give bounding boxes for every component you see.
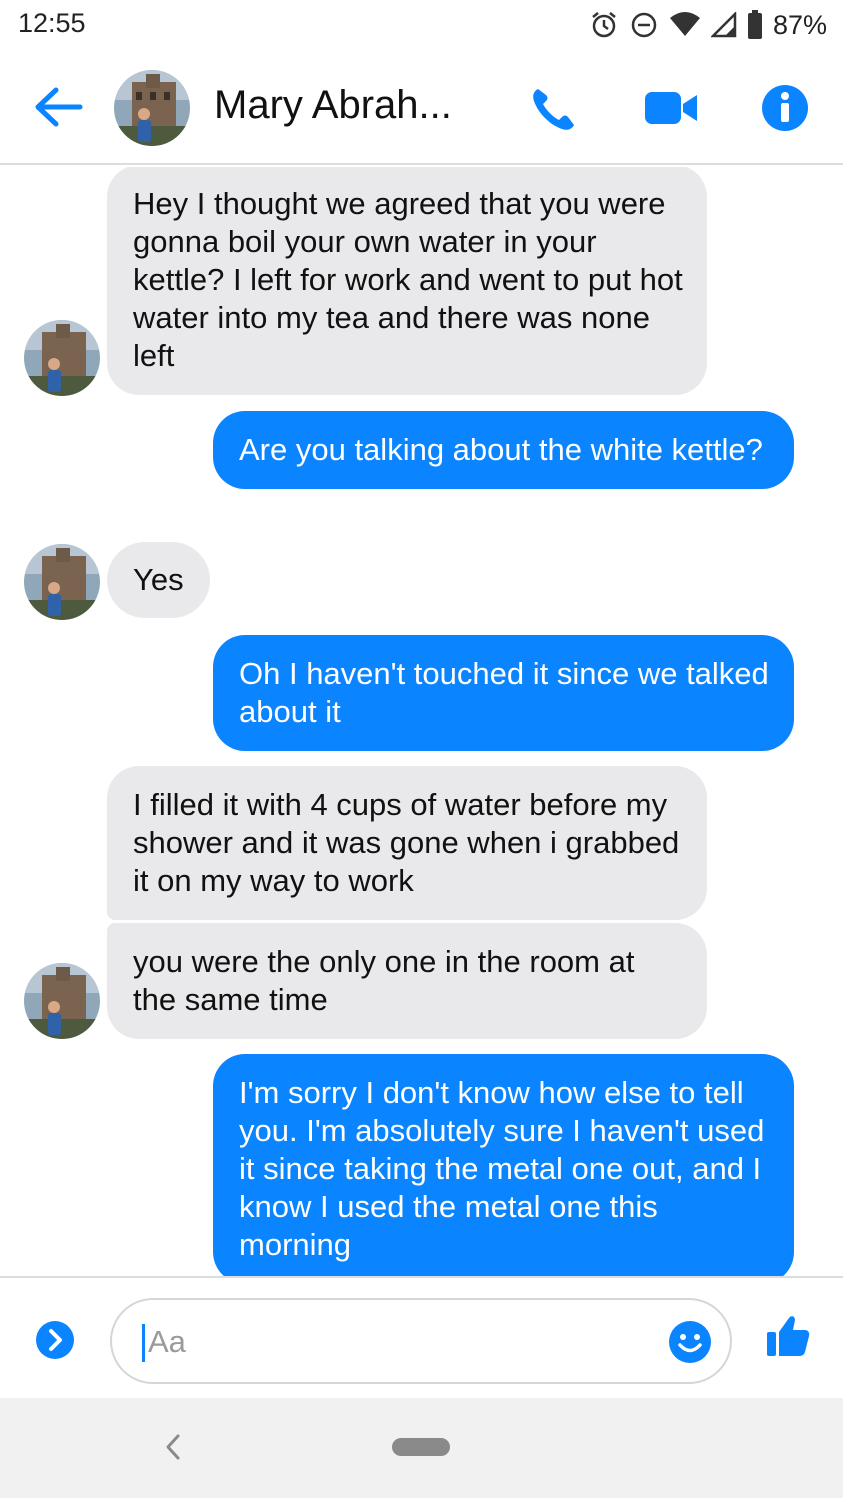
emoji-button[interactable] — [668, 1320, 712, 1364]
incoming-message[interactable]: Yes — [107, 542, 210, 618]
status-bar: 12:55 87% — [0, 0, 843, 50]
message-input[interactable] — [148, 1320, 628, 1364]
contact-photo-icon — [24, 963, 100, 1039]
contact-name[interactable]: Mary Abrah... — [214, 83, 452, 128]
outgoing-message[interactable]: Are you talking about the white kettle? — [213, 411, 794, 489]
do-not-disturb-icon — [629, 10, 659, 40]
home-pill-icon[interactable] — [392, 1438, 450, 1456]
status-icons: 87% — [589, 8, 827, 42]
outgoing-message[interactable]: I'm sorry I don't know how else to tell … — [213, 1054, 794, 1277]
signal-icon — [710, 12, 737, 38]
message-composer — [0, 1276, 843, 1398]
incoming-message[interactable]: Hey I thought we agreed that you were go… — [107, 167, 707, 395]
info-button[interactable] — [760, 83, 810, 133]
system-navigation-bar — [0, 1398, 843, 1498]
sender-avatar — [24, 320, 100, 396]
sender-avatar — [24, 963, 100, 1039]
incoming-message[interactable]: you were the only one in the room at the… — [107, 923, 707, 1039]
voice-call-button[interactable] — [528, 83, 580, 135]
like-button[interactable] — [764, 1312, 812, 1360]
back-arrow-icon — [35, 87, 83, 127]
info-icon — [762, 85, 808, 131]
incoming-message[interactable]: I filled it with 4 cups of water before … — [107, 766, 707, 920]
conversation-header: Mary Abrah... — [0, 50, 843, 165]
message-list[interactable]: Hey I thought we agreed that you were go… — [0, 167, 843, 1277]
battery-percent: 87% — [772, 9, 827, 40]
contact-photo-icon — [24, 544, 100, 620]
video-camera-icon — [645, 92, 697, 124]
battery-icon — [747, 10, 763, 40]
back-button[interactable] — [30, 82, 86, 132]
expand-actions-button[interactable] — [35, 1320, 75, 1360]
thumbs-up-icon — [767, 1316, 810, 1356]
nav-back-icon — [166, 1434, 180, 1460]
emoji-icon — [669, 1321, 711, 1363]
message-input-wrapper[interactable] — [110, 1298, 732, 1384]
contact-photo-icon — [24, 320, 100, 396]
phone-icon — [533, 89, 574, 130]
nav-back-button[interactable] — [160, 1432, 186, 1462]
video-call-button[interactable] — [643, 88, 699, 128]
alarm-icon — [589, 10, 619, 40]
status-time: 12:55 — [18, 8, 86, 38]
contact-avatar[interactable] — [114, 70, 190, 146]
contact-photo-icon — [114, 70, 190, 146]
sender-avatar — [24, 544, 100, 620]
text-cursor — [142, 1324, 145, 1362]
expand-chevron-icon — [36, 1321, 74, 1359]
wifi-icon — [669, 12, 701, 38]
outgoing-message[interactable]: Oh I haven't touched it since we talked … — [213, 635, 794, 751]
